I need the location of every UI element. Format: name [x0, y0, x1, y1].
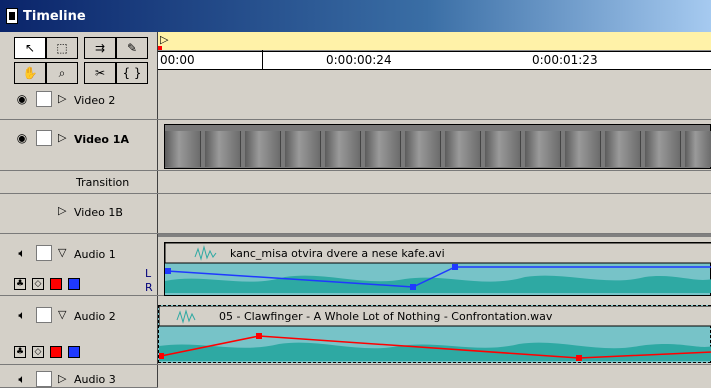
thumbnail-frame [245, 131, 281, 167]
selection-tool-button[interactable]: ↖ [14, 37, 46, 59]
diamond-icon[interactable]: ◇ [32, 346, 44, 358]
expand-triangle-icon[interactable]: ▷ [58, 92, 66, 105]
ruler-label: 0:00:01:23 [532, 53, 598, 67]
audio-clip-audio-1[interactable]: kanc_misa otvira dvere a nese kafe.avi [164, 242, 711, 296]
lock-toggle[interactable] [36, 91, 52, 107]
track-name: Audio 1 [74, 248, 116, 261]
thumbnail-frame [605, 131, 641, 167]
speaker-icon[interactable]: 🔈︎ [14, 371, 30, 387]
pan-rubberband-toggle[interactable] [68, 346, 80, 358]
timeline-tracks-area: ▷ 00:00 0:00:00:24 0:00:01:23 kanc_misa … [158, 32, 711, 388]
transition-track-lane[interactable] [158, 171, 711, 194]
pen-tool-button[interactable]: ✎ [116, 37, 148, 59]
thumbnail-frame [205, 131, 241, 167]
lock-toggle[interactable] [36, 307, 52, 323]
timeline-window: Timeline ↖ ⬚ ⇉ ✎ ✋ ⌕ ✂ { } ◉ ▷ Video 2 ◉… [0, 0, 711, 388]
work-area-marker [158, 46, 162, 50]
video-1b-track-lane[interactable] [158, 194, 711, 234]
video-clip-thumbnails[interactable] [164, 124, 711, 169]
track-name: Transition [76, 176, 130, 189]
work-area-bar[interactable]: ▷ [158, 32, 711, 51]
speaker-icon[interactable]: 🔈︎ [14, 307, 30, 323]
lock-toggle[interactable] [36, 371, 52, 387]
time-ruler[interactable]: 00:00 0:00:00:24 0:00:01:23 [158, 50, 711, 70]
expand-triangle-icon[interactable]: ▷ [58, 204, 66, 217]
thumbnail-frame [485, 131, 521, 167]
track-name: Video 1B [74, 206, 123, 219]
work-area-start-handle[interactable]: ▷ [160, 33, 168, 46]
razor-icon: ✂ [94, 66, 106, 80]
video-1a-track-lane[interactable] [158, 122, 711, 171]
thumbnail-frame [405, 131, 441, 167]
track-header-transition: Transition [0, 171, 158, 194]
track-header-video-1b: ▷ Video 1B [0, 194, 158, 234]
in-out-icon: { } [122, 66, 142, 80]
thumbnail-frame [685, 131, 711, 167]
timeline-window-icon [6, 8, 18, 24]
audio-1-track-lane[interactable]: kanc_misa otvira dvere a nese kafe.avi [158, 240, 711, 296]
thumbnail-frame [285, 131, 321, 167]
audio-2-track-lane[interactable]: 05 - Clawfinger - A Whole Lot of Nothing… [158, 302, 711, 365]
track-header-audio-1: 🔈︎ ▽ Audio 1 L R ♣ ◇ [0, 240, 158, 296]
speaker-icon[interactable]: 🔈︎ [14, 245, 30, 261]
track-header-video-1a: ◉ ▷ Video 1A [0, 122, 158, 171]
diamond-icon[interactable]: ◇ [32, 278, 44, 290]
expand-triangle-icon[interactable]: ▷ [58, 131, 66, 144]
audio-3-track-lane[interactable] [158, 369, 711, 388]
video-2-track-lane[interactable] [158, 80, 711, 120]
track-select-icon: ⇉ [94, 41, 106, 55]
thumbnail-frame [565, 131, 601, 167]
thumbnail-frame [165, 131, 201, 167]
range-select-tool-button[interactable]: ⬚ [46, 37, 78, 59]
collapse-triangle-icon[interactable]: ▽ [58, 246, 66, 259]
title-bar[interactable]: Timeline [0, 0, 711, 32]
audio-2-clip-filename: 05 - Clawfinger - A Whole Lot of Nothing… [219, 310, 553, 323]
track-header-audio-3: 🔈︎ ▷ Audio 3 [0, 369, 158, 388]
track-header-audio-2: 🔈︎ ▽ Audio 2 ♣ ◇ [0, 302, 158, 365]
thumbnail-frame [525, 131, 561, 167]
video-audio-divider [158, 234, 711, 237]
track-header-video-2: ◉ ▷ Video 2 [0, 80, 158, 120]
track-select-tool-button[interactable]: ⇉ [84, 37, 116, 59]
ruler-label: 0:00:00:24 [326, 53, 392, 67]
expand-triangle-icon[interactable]: ▷ [58, 372, 66, 385]
pen-icon: ✎ [126, 41, 138, 55]
channel-label-left: L [145, 267, 152, 280]
keyframe-mode-icon[interactable]: ♣ [14, 278, 26, 290]
audio-1-clip-filename: kanc_misa otvira dvere a nese kafe.avi [230, 247, 445, 260]
ruler-tick [262, 50, 263, 69]
hand-icon: ✋ [22, 66, 38, 80]
ruler-label: 00:00 [160, 53, 195, 67]
thumbnail-frame [445, 131, 481, 167]
channel-label-right: R [145, 281, 153, 294]
track-name: Video 1A [74, 133, 129, 146]
thumbnail-frame [325, 131, 361, 167]
collapse-triangle-icon[interactable]: ▽ [58, 308, 66, 321]
track-header-panel: ↖ ⬚ ⇉ ✎ ✋ ⌕ ✂ { } ◉ ▷ Video 2 ◉ ▷ Video … [0, 32, 158, 388]
arrow-icon: ↖ [24, 41, 36, 55]
keyframe-mode-icon[interactable]: ♣ [14, 346, 26, 358]
audio-clip-audio-2[interactable]: 05 - Clawfinger - A Whole Lot of Nothing… [158, 305, 711, 363]
track-name: Video 2 [74, 94, 116, 107]
lock-toggle[interactable] [36, 245, 52, 261]
thumbnail-frame [645, 131, 681, 167]
volume-rubberband-toggle[interactable] [50, 346, 62, 358]
window-title: Timeline [23, 8, 86, 24]
eye-icon[interactable]: ◉ [14, 130, 30, 146]
track-name: Audio 2 [74, 310, 116, 323]
volume-rubberband-toggle[interactable] [50, 278, 62, 290]
magnifier-icon: ⌕ [58, 65, 66, 80]
marquee-icon: ⬚ [56, 41, 68, 55]
eye-icon[interactable]: ◉ [14, 91, 30, 107]
track-name: Audio 3 [74, 373, 116, 386]
thumbnail-frame [365, 131, 401, 167]
pan-rubberband-toggle[interactable] [68, 278, 80, 290]
lock-toggle[interactable] [36, 130, 52, 146]
